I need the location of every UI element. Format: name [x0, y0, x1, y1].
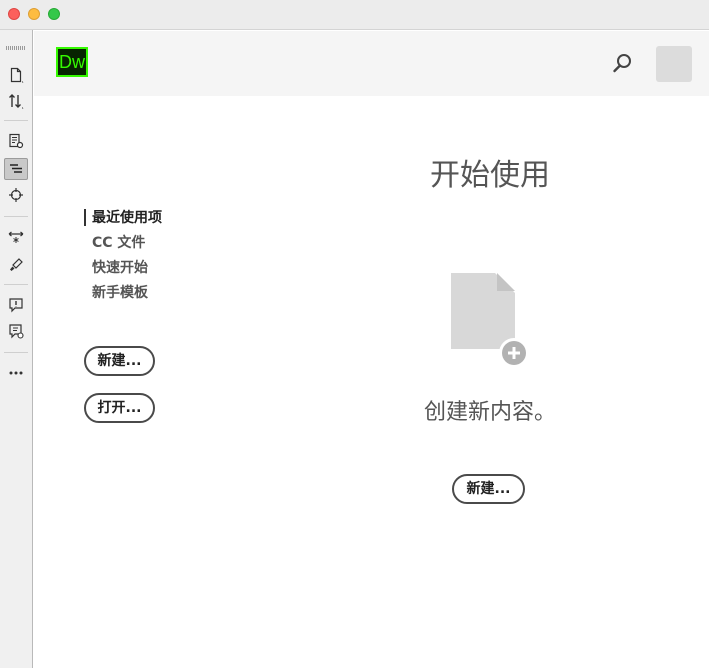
document-icon — [10, 67, 24, 83]
inspect-icon — [9, 133, 24, 149]
comment-button[interactable] — [4, 294, 28, 316]
nav-item-quick-start[interactable]: 快速开始 — [84, 256, 224, 281]
nav-item-starter-templates[interactable]: 新手模板 — [84, 281, 224, 306]
file-transfer-button[interactable] — [4, 90, 28, 112]
brush-icon — [10, 258, 23, 271]
tool-bar — [0, 30, 33, 668]
app-header: Dw — [34, 31, 709, 96]
target-icon — [9, 188, 23, 202]
page-title: 开始使用 — [430, 158, 550, 193]
nav-item-cc-files[interactable]: CC 文件 — [84, 231, 224, 256]
toolbar-separator — [4, 352, 28, 353]
toolbar-grip[interactable] — [6, 46, 25, 50]
start-nav: 最近使用项 CC 文件 快速开始 新手模板 — [84, 206, 224, 306]
comment-check-icon — [9, 324, 24, 339]
code-view-icon — [10, 164, 22, 173]
new-button[interactable]: 新建... — [84, 346, 155, 376]
transfer-icon — [9, 94, 24, 109]
target-button[interactable] — [4, 184, 28, 206]
toolbar-separator — [4, 120, 28, 121]
dreamweaver-logo: Dw — [56, 47, 88, 77]
inspect-button[interactable] — [4, 130, 28, 152]
nav-item-recent[interactable]: 最近使用项 — [84, 206, 224, 231]
search-icon[interactable] — [610, 51, 634, 75]
minimize-window-button[interactable] — [28, 8, 40, 20]
main-new-button[interactable]: 新建... — [452, 474, 525, 504]
window-titlebar — [0, 0, 709, 30]
avatar[interactable] — [656, 46, 692, 82]
more-tools-button[interactable] — [4, 362, 28, 384]
create-new-content-text: 创建新内容。 — [423, 400, 556, 425]
more-icon — [9, 371, 23, 375]
comment-check-button[interactable] — [4, 320, 28, 342]
open-button[interactable]: 打开... — [84, 393, 155, 423]
expand-button[interactable] — [4, 226, 28, 248]
close-window-button[interactable] — [8, 8, 20, 20]
toolbar-separator — [4, 216, 28, 217]
toolbar-separator — [4, 284, 28, 285]
new-file-icon — [451, 273, 529, 368]
expand-icon — [8, 231, 24, 243]
zoom-window-button[interactable] — [48, 8, 60, 20]
comment-icon — [9, 298, 23, 313]
document-button[interactable] — [4, 64, 28, 86]
brush-button[interactable] — [4, 254, 28, 276]
code-view-button[interactable] — [4, 158, 28, 180]
